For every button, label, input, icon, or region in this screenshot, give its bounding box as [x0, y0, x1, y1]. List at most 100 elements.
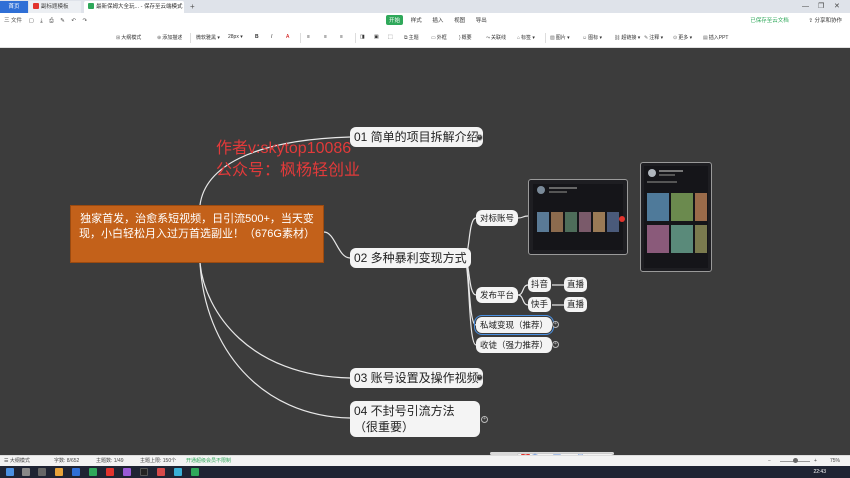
comment-icon: ✎ — [644, 35, 649, 41]
collapse-toggle-icon[interactable]: + — [552, 321, 559, 328]
collapse-toggle-icon[interactable]: + — [552, 341, 559, 348]
link-button[interactable]: ⛓超链接 ▾ — [614, 34, 640, 41]
relation-icon: ⤳ — [486, 35, 491, 41]
tab-start[interactable]: 开始 — [386, 15, 404, 25]
start-icon[interactable] — [6, 468, 14, 476]
minimize-button[interactable]: — — [802, 1, 809, 12]
icon-button[interactable]: ☺图标 ▾ — [582, 34, 602, 41]
tab-template[interactable]: 副标题模板 — [29, 1, 81, 13]
link-icon: ⛓ — [614, 35, 621, 41]
close-window-button[interactable]: ✕ — [834, 1, 840, 12]
collapse-toggle-icon[interactable]: + — [481, 416, 488, 423]
restore-button[interactable]: ❐ — [818, 1, 824, 12]
theme-icon: ⧉ — [404, 35, 408, 41]
image-button[interactable]: ▨图片 ▾ — [550, 34, 570, 41]
tiktok-icon[interactable] — [140, 468, 148, 476]
comment-label: 注释 — [649, 35, 660, 41]
phone-screenshot-image[interactable] — [640, 162, 712, 272]
search-icon[interactable] — [22, 468, 30, 476]
print-icon[interactable]: ⎙ — [49, 18, 53, 24]
more-button[interactable]: ⊙更多 ▾ — [673, 34, 692, 41]
tab-view[interactable]: 视图 — [451, 15, 468, 25]
subtopic-platforms[interactable]: 发布平台 — [476, 287, 519, 303]
theme-button[interactable]: ⧉主题 — [404, 34, 419, 41]
root-topic[interactable]: 独家首发，治愈系短视频，日引流500+，当天变现，小白轻松月入过万首选副业！（6… — [70, 205, 324, 263]
zoom-in-icon[interactable]: + — [814, 456, 817, 466]
mindmap-canvas[interactable]: 作者v:skytop10086 公众号：枫杨轻创业 独家首发，治愈系短视频，日引… — [0, 48, 850, 455]
summary-label: 概要 — [461, 35, 472, 41]
browser-icon[interactable] — [72, 468, 80, 476]
download-icon[interactable]: ⤓ — [40, 18, 42, 24]
topic-intro[interactable]: 01 简单的项目拆解介绍 — [350, 127, 483, 147]
edge-icon[interactable] — [174, 468, 182, 476]
topic-traffic[interactable]: 04 不封号引流方法（很重要） — [350, 401, 480, 437]
fill-icon[interactable]: ◨ — [360, 34, 365, 40]
leaf-live-kuaishou[interactable]: 直播 — [564, 297, 588, 312]
tab-template-label: 副标题模板 — [41, 4, 69, 10]
align-right-icon[interactable]: ≡ — [340, 34, 343, 40]
format-painter-icon[interactable]: ✎ — [60, 18, 65, 24]
insert-ppt-button[interactable]: ▤插入PPT — [703, 34, 728, 41]
share-button[interactable]: ⇪ 分享和协作 — [808, 18, 842, 24]
zoom-slider-handle[interactable] — [793, 458, 798, 463]
font-color-button[interactable]: A — [286, 34, 289, 40]
close-tab-icon[interactable]: × — [178, 1, 181, 13]
leaf-kuaishou[interactable]: 快手 — [528, 297, 552, 312]
border-icon[interactable]: ▣ — [374, 34, 379, 40]
task-view-icon[interactable] — [38, 468, 46, 476]
zoom-out-icon[interactable]: − — [768, 456, 771, 466]
tab-export[interactable]: 导出 — [473, 15, 490, 25]
leaf-live-douyin[interactable]: 直播 — [564, 277, 588, 292]
ppt-icon: ▤ — [703, 35, 708, 41]
app-icon[interactable] — [123, 468, 131, 476]
font-size-select[interactable]: 28px ▾ — [228, 34, 243, 40]
subtopic-apprentice[interactable]: 收徒（强力推荐） — [476, 337, 553, 353]
font-family-select[interactable]: 微软雅黑 ▾ — [196, 34, 220, 41]
quick-access: 三 文件 ▢ ⤓ ⎙ ✎ ↶ ↷ — [4, 16, 92, 25]
subtopic-target-accounts[interactable]: 对标账号 — [476, 210, 519, 226]
tab-insert[interactable]: 插入 — [429, 15, 446, 25]
tab-mindmap[interactable]: 最新保姆大全玩... - 保存至云端模式 × — [84, 1, 184, 13]
label-button[interactable]: ⌂标签 ▾ — [517, 34, 535, 41]
undo-icon[interactable]: ↶ — [71, 18, 76, 24]
new-tab-button[interactable]: + — [190, 1, 195, 12]
icon-label: 图标 — [588, 35, 599, 41]
divider — [300, 33, 301, 43]
outline-mode-button[interactable]: ⊞大纲模式 — [116, 34, 141, 41]
summary-button[interactable]: }概要 — [459, 34, 472, 41]
profile-screenshot-image[interactable] — [528, 179, 628, 255]
mindmap-app-icon[interactable] — [191, 468, 199, 476]
topic-monetization[interactable]: 02 多种暴利变现方式 — [350, 248, 471, 268]
upgrade-link[interactable]: 开通超级会员不限制 — [186, 456, 231, 466]
image-icon: ▨ — [550, 35, 555, 41]
shape-icon[interactable]: ⬚ — [388, 34, 393, 40]
collapse-toggle-icon[interactable]: + — [476, 134, 483, 141]
outline-button[interactable]: ▭外框 — [431, 34, 447, 41]
video-icon[interactable] — [157, 468, 165, 476]
bold-button[interactable]: B — [255, 34, 259, 40]
comment-button[interactable]: ✎注释 ▾ — [644, 34, 663, 41]
leaf-douyin[interactable]: 抖音 — [528, 277, 552, 292]
watermark-author: 作者v:skytop10086 — [216, 140, 352, 157]
wechat-icon[interactable] — [89, 468, 97, 476]
relation-button[interactable]: ⤳关联线 — [486, 34, 506, 41]
outline-mode-status[interactable]: ☰ 大纲模式 — [4, 456, 30, 466]
folder-icon[interactable] — [55, 468, 63, 476]
file-menu[interactable]: 三 文件 — [4, 18, 22, 24]
toolbar-ribbon: ⊞大纲模式 ⊕添加描述 微软雅黑 ▾ 28px ▾ B I A ≡ ≡ ≡ ◨ … — [0, 28, 850, 48]
redo-icon[interactable]: ↷ — [82, 18, 87, 24]
collapse-toggle-icon[interactable]: + — [476, 374, 483, 381]
outline-mode-status-label: 大纲模式 — [9, 458, 30, 464]
tab-home[interactable]: 首页 — [0, 1, 28, 13]
subtopic-private-domain[interactable]: 私域变现（推荐） — [473, 315, 555, 335]
save-icon[interactable]: ▢ — [29, 18, 34, 24]
add-description-button[interactable]: ⊕添加描述 — [157, 34, 182, 41]
menu-bar: 三 文件 ▢ ⤓ ⎙ ✎ ↶ ↷ 开始 样式 插入 视图 导出 已保存至云文档 … — [0, 13, 850, 28]
wps-icon[interactable] — [106, 468, 114, 476]
italic-button[interactable]: I — [271, 34, 272, 40]
tab-style[interactable]: 样式 — [408, 15, 425, 25]
align-center-icon[interactable]: ≡ — [324, 34, 327, 40]
topic-account-setup[interactable]: 03 账号设置及操作视频 — [350, 368, 483, 388]
align-left-icon[interactable]: ≡ — [307, 34, 310, 40]
divider — [355, 33, 356, 43]
